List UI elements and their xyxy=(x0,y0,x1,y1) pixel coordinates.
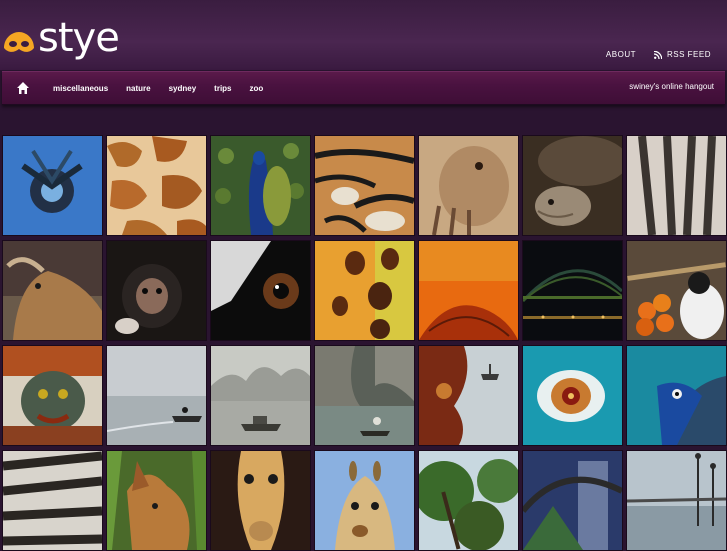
thumbnail-halong-bay-rowboat[interactable] xyxy=(314,345,415,446)
rss-feed-label: RSS FEED xyxy=(666,50,711,59)
thumbnail-peacock-head[interactable] xyxy=(626,345,727,446)
thumbnail-misty-bay-boat[interactable] xyxy=(210,345,311,446)
thumbnail-giraffe-head[interactable] xyxy=(314,450,415,551)
nav-item-nature[interactable]: nature xyxy=(126,84,150,93)
thumbnail-meerkat[interactable] xyxy=(418,135,519,236)
thumbnail-lemur-eye[interactable] xyxy=(210,240,311,341)
thumbnail-zebra[interactable] xyxy=(626,135,727,236)
thumbnail-jackal[interactable] xyxy=(106,450,207,551)
site-header: stye ABOUT RSS FEED xyxy=(0,0,727,70)
thumbnail-giraffe-skin[interactable] xyxy=(106,135,207,236)
thumbnail-blue-ornament-sculpture[interactable] xyxy=(2,135,103,236)
thumbnail-dragon-statue[interactable] xyxy=(2,345,103,446)
rss-icon xyxy=(653,50,662,59)
thumbnail-boat-on-water[interactable] xyxy=(106,345,207,446)
thumbnail-zebra-stripes[interactable] xyxy=(2,450,103,551)
nav-item-sydney[interactable]: sydney xyxy=(169,84,197,93)
thumbnail-tortoise[interactable] xyxy=(522,135,623,236)
logo-mask-icon xyxy=(4,32,34,52)
site-tagline: swiney's online hangout xyxy=(629,82,714,91)
thumbnail-giraffe-face[interactable] xyxy=(210,450,311,551)
thumbnail-arched-building[interactable] xyxy=(522,450,623,551)
thumbnail-oranges-vendor[interactable] xyxy=(626,240,727,341)
rss-feed-link[interactable]: RSS FEED xyxy=(653,50,711,59)
thumbnail-mountain-goat[interactable] xyxy=(2,240,103,341)
thumbnail-harbour-bridge-at-night[interactable] xyxy=(522,240,623,341)
thumbnail-orange-leaf[interactable] xyxy=(418,240,519,341)
main-nav: miscellaneous nature sydney trips zoo sw… xyxy=(2,71,725,105)
nav-item-trips[interactable]: trips xyxy=(214,84,231,93)
nav-item-zoo[interactable]: zoo xyxy=(250,84,264,93)
thumbnail-riverside-lamp-posts[interactable] xyxy=(626,450,727,551)
logo-text: stye xyxy=(38,15,120,61)
nav-item-miscellaneous[interactable]: miscellaneous xyxy=(53,84,108,93)
thumbnail-tree-and-city[interactable] xyxy=(418,450,519,551)
site-logo[interactable]: stye xyxy=(2,15,120,64)
about-link-label: ABOUT xyxy=(605,50,636,59)
thumbnail-monkey[interactable] xyxy=(106,240,207,341)
thumbnail-giraffe-spots[interactable] xyxy=(314,240,415,341)
thumbnail-tiger[interactable] xyxy=(314,135,415,236)
thumbnail-peacock-eye-feather[interactable] xyxy=(522,345,623,446)
about-link[interactable]: ABOUT xyxy=(606,50,636,59)
thumbnail-peacock[interactable] xyxy=(210,135,311,236)
thumbnail-carved-wood-and-boat[interactable] xyxy=(418,345,519,446)
top-links: ABOUT RSS FEED xyxy=(606,50,711,59)
home-icon[interactable] xyxy=(16,81,30,95)
nav-items: miscellaneous nature sydney trips zoo xyxy=(53,72,281,104)
